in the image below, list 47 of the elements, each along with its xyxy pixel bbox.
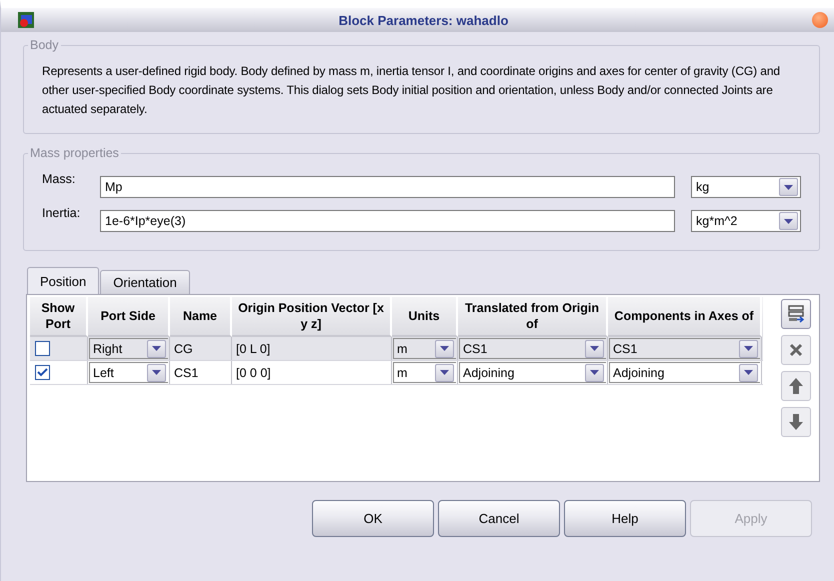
frame-dropdown[interactable]: Adjoining (459, 362, 606, 383)
checkbox[interactable] (35, 341, 50, 356)
dialog-button[interactable]: OK (312, 500, 434, 537)
table-row[interactable]: Right CG [0 L 0] m CS1 CS1 (30, 337, 763, 361)
unit-dropdown[interactable]: kg*m^2 (691, 210, 801, 232)
port-side-dropdown[interactable]: Right (89, 338, 168, 359)
frame-dropdown[interactable]: Adjoining (609, 362, 760, 383)
window-title: Block Parameters: wahadlo (338, 12, 510, 28)
input-field[interactable]: 1e-6*Ip*eye(3) (100, 210, 675, 232)
block-icon (17, 11, 35, 29)
table-cell: CS1 (170, 361, 232, 384)
group-title: Body (29, 38, 60, 52)
caret-icon (744, 370, 753, 375)
caret-icon (152, 370, 161, 375)
down-arrow-icon (788, 413, 804, 431)
frame-dropdown[interactable]: CS1 (609, 338, 760, 359)
table-cell: [0 0 0] (232, 361, 392, 384)
caret-icon (440, 346, 449, 351)
group-title: Mass properties (29, 146, 120, 160)
description: Represents a user-defined rigid body. Body defined by mass m, inertia tensor I, and coordinate origins and axes for center of gravity (CG) and other user-specified Body coordinate systems. This dialog sets Body initial position and orientation, unless Body and/or connected Joints are actuated separately. (42, 63, 781, 118)
field-label: Inertia: (42, 206, 82, 220)
table-row[interactable]: Left CS1 [0 0 0] m Adjoining Adjoining (30, 361, 763, 385)
unit-dropdown[interactable]: kg (691, 176, 801, 198)
table-cell: [0 L 0] (232, 337, 392, 360)
caret-icon (590, 346, 599, 351)
units-dropdown[interactable]: m (393, 338, 456, 359)
field-label: Mass: (42, 172, 76, 186)
add-row-icon (786, 304, 806, 324)
up-arrow-icon (788, 377, 804, 395)
caret-icon (784, 184, 793, 190)
table-cell: CG (170, 337, 232, 360)
dialog-button[interactable]: Cancel (438, 500, 560, 537)
caret-icon (744, 346, 753, 351)
units-dropdown[interactable]: m (393, 362, 456, 383)
caret-icon (784, 218, 793, 224)
caret-icon (152, 346, 161, 351)
tab[interactable]: Position (27, 267, 100, 294)
checkbox[interactable] (35, 365, 50, 380)
port-side-dropdown[interactable]: Left (89, 362, 168, 383)
add-row-button[interactable] (781, 299, 811, 329)
caret-icon (440, 370, 449, 375)
tab[interactable]: Orientation (100, 270, 190, 294)
dialog-button[interactable]: Help (564, 500, 686, 537)
input-field[interactable]: Mp (100, 176, 675, 198)
frame-dropdown[interactable]: CS1 (459, 338, 606, 359)
close-icon (788, 342, 804, 358)
caret-icon (590, 370, 599, 375)
